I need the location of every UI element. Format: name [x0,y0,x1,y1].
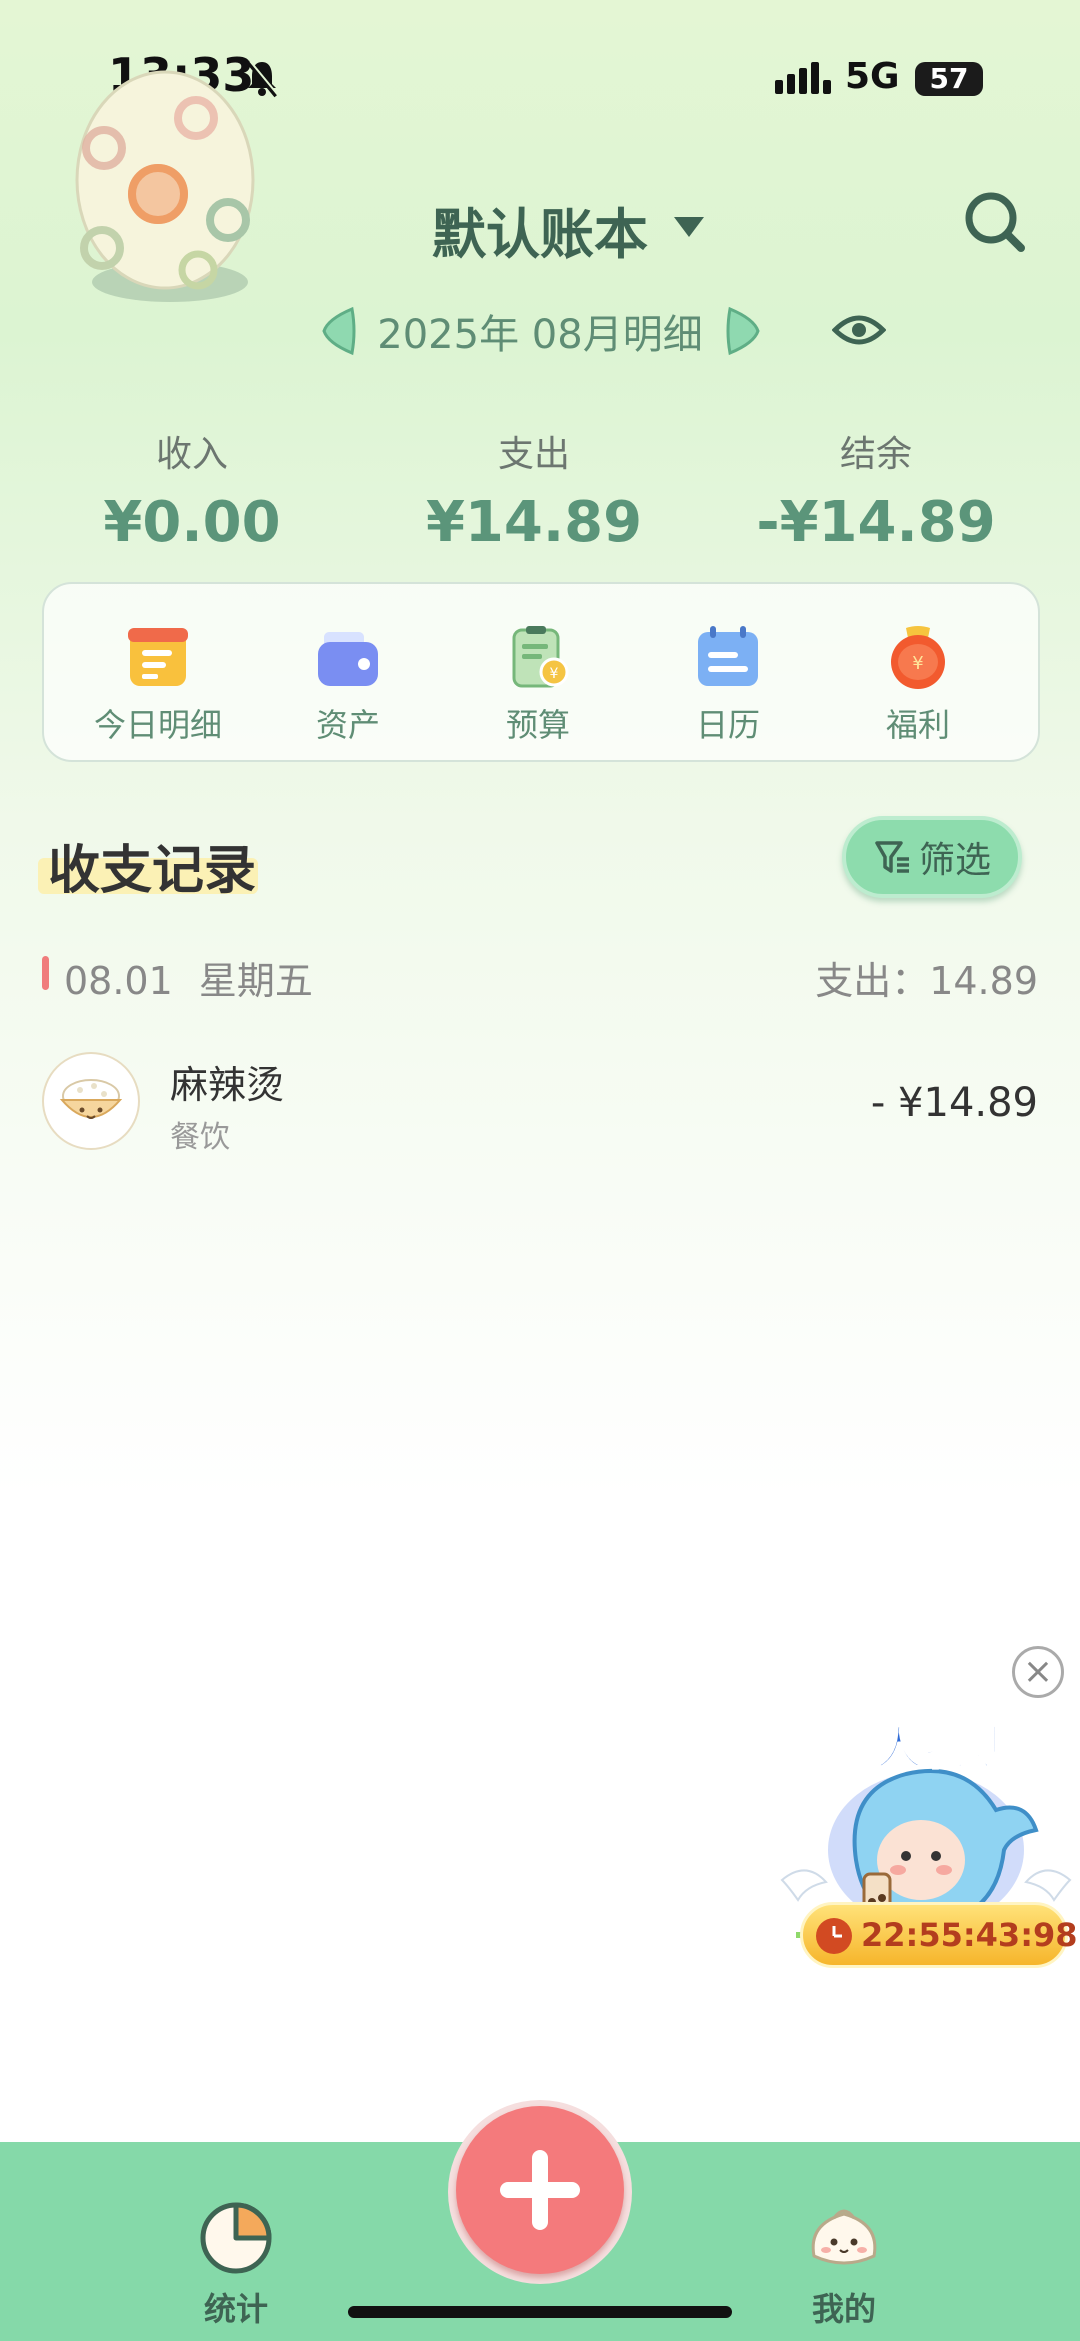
pie-chart-icon [200,2202,272,2274]
expense-label: 支出 [497,434,570,475]
rice-bowl-icon [59,1079,123,1119]
income-label: 收入 [155,434,228,475]
quick-item-welfare[interactable]: ¥ 福利 [828,624,1008,746]
wallet-icon [318,632,378,686]
income-value: ¥0.00 [103,490,281,555]
expense-value: ¥14.89 [425,490,643,555]
quick-label-assets: 资产 [315,706,380,744]
quick-menu: 今日明细 资产 ¥ 预算 日历 ¥ 福利 [42,582,1040,762]
caret-down-icon[interactable] [672,215,706,239]
tab-mine-label: 我的 [811,2290,876,2328]
bun-avatar-icon [811,2209,877,2265]
budget-icon: ¥ [512,626,569,688]
quick-label-welfare: 福利 [885,706,950,744]
group-date: 08.01 [64,959,173,1003]
search-icon[interactable] [963,190,1027,254]
signal-icon [775,62,835,94]
date-group-header: 08.01 星期五 [64,950,313,1005]
clock-icon [816,1918,852,1954]
daily-detail-icon [128,628,188,686]
group-weekday: 星期五 [198,959,313,1003]
quick-label-calendar: 日历 [695,706,760,744]
filter-button[interactable]: 筛选 [842,816,1022,898]
quick-item-budget[interactable]: ¥ 预算 [448,624,628,746]
add-record-button[interactable] [456,2106,624,2274]
quick-label-budget: 预算 [505,706,570,744]
network-type: 5G [845,56,900,97]
quick-item-assets[interactable]: 资产 [258,624,438,746]
date-marker [42,956,49,990]
records-title: 收支记录 [48,841,257,901]
quick-label-daily: 今日明细 [93,706,222,744]
balance-label: 结余 [839,434,912,475]
red-envelope-icon: ¥ [891,626,945,689]
battery-icon: 57 [915,62,983,96]
list-item-amount: - ¥14.89 [870,1080,1038,1126]
list-item-category: 餐饮 [170,1120,230,1155]
filter-label: 筛选 [918,840,991,881]
plus-icon [500,2150,580,2230]
home-indicator [348,2306,732,2318]
tab-stats[interactable]: 统计 [156,2200,316,2330]
month-label[interactable]: 2025年 08月明细 [0,302,1080,360]
tab-stats-label: 统计 [203,2290,268,2328]
svg-text:¥: ¥ [550,666,559,682]
quick-item-calendar[interactable]: 日历 [638,624,818,746]
calendar-icon [698,626,758,686]
filter-icon [875,841,909,873]
promo-title[interactable]: 新人特惠 [827,1712,1020,1778]
list-item-name[interactable]: 麻辣烫 [170,1054,284,1109]
book-title[interactable]: 默认账本 [0,190,1080,269]
balance-value: -¥14.89 [756,490,996,555]
close-icon[interactable]: × [1012,1646,1064,1698]
group-summary: 支出：14.89 [815,959,1038,1003]
list-item-icon-wrap[interactable] [42,1052,140,1150]
svg-text:¥: ¥ [912,653,923,674]
tab-mine[interactable]: 我的 [764,2200,924,2330]
eye-icon[interactable] [832,312,886,348]
quick-item-daily[interactable]: 今日明细 [68,624,248,746]
next-month-icon[interactable] [722,305,762,357]
